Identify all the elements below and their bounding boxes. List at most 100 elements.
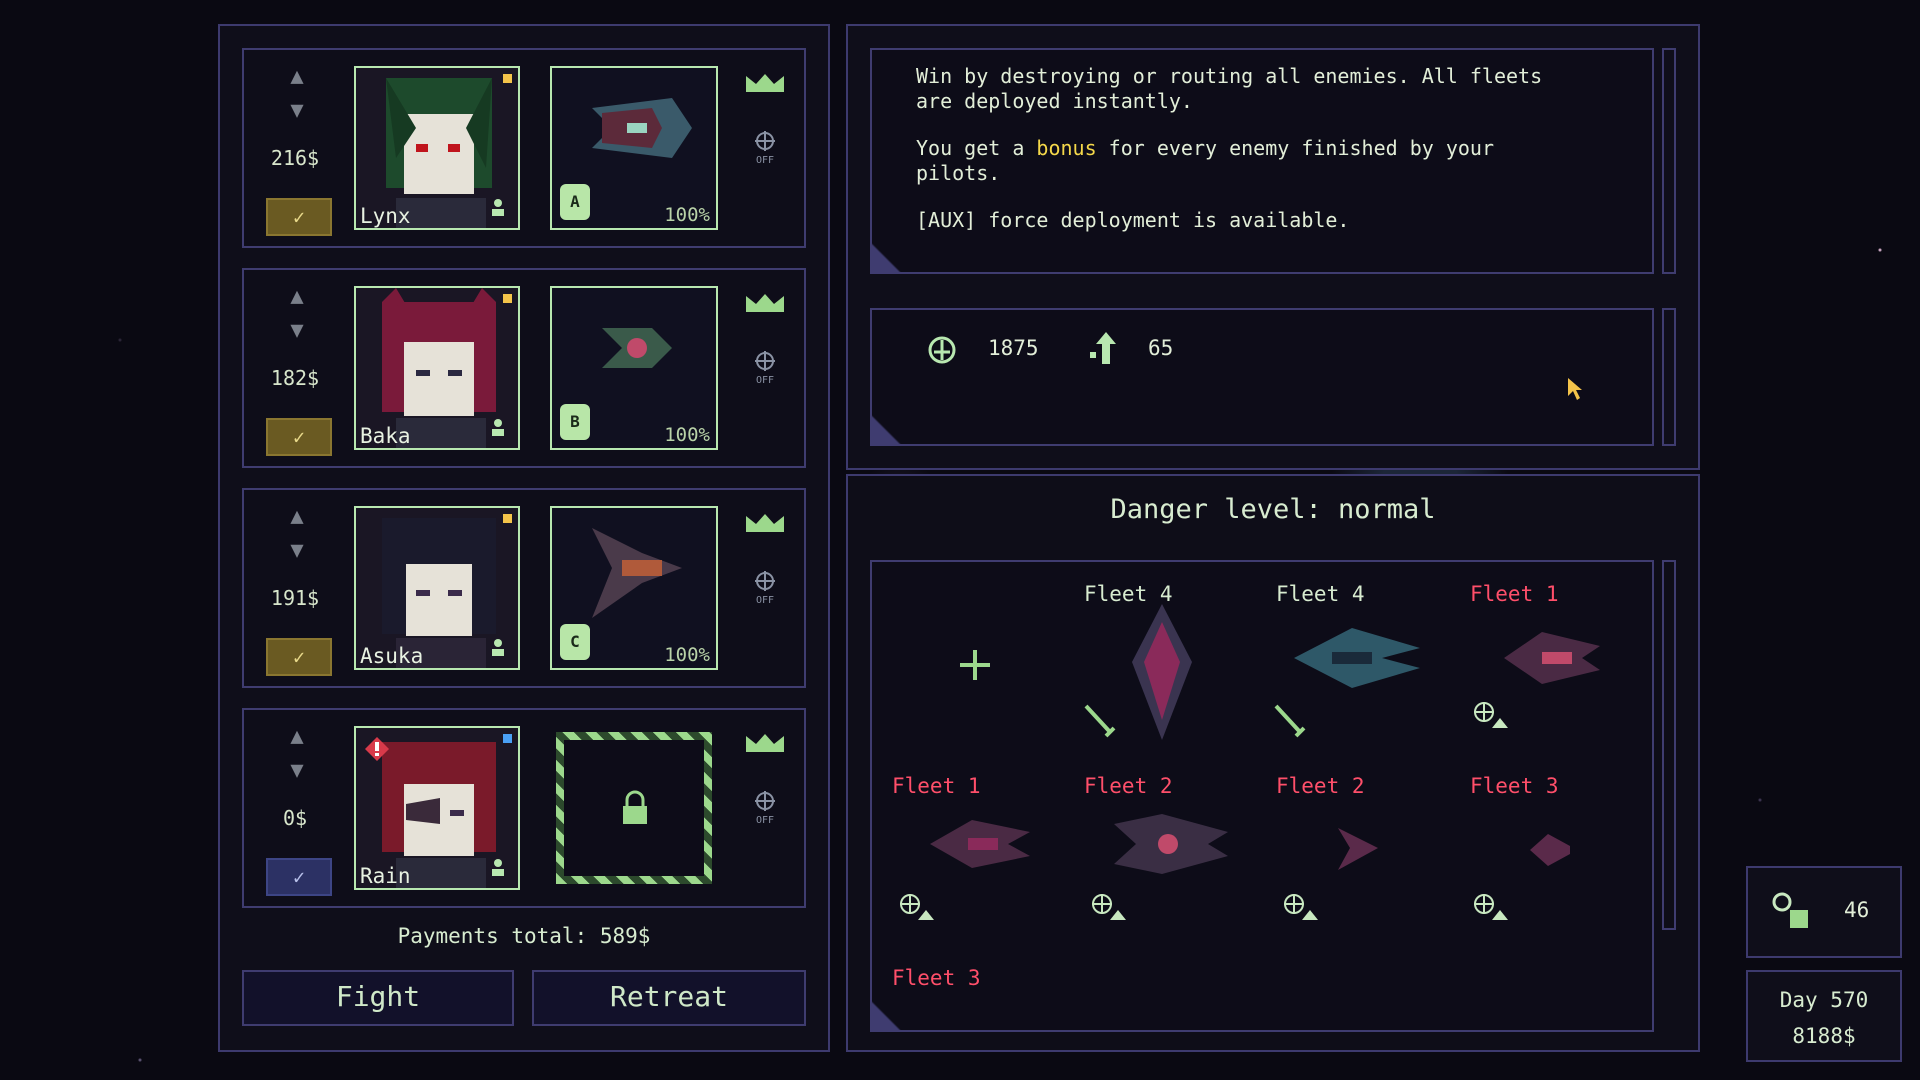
priority-arrows[interactable]: ▲ ▼ [274, 280, 320, 360]
status-dot [503, 514, 512, 523]
ally-ship-icon[interactable] [1122, 602, 1202, 742]
mission-text-line: Win by destroying or routing all enemies… [916, 64, 1543, 88]
ship-badge: C [560, 624, 590, 660]
danger-level: Danger level: normal [1110, 494, 1436, 525]
off-target-icon[interactable]: OFF [748, 570, 782, 612]
pilot-select-checkbox[interactable]: ✓ [266, 198, 332, 236]
enemy-ship-icon[interactable] [1502, 626, 1602, 690]
strength-icon [928, 336, 956, 364]
pilot-portrait[interactable]: Baka [354, 286, 520, 450]
person-icon [492, 859, 504, 876]
pilot-payment: 182$ [270, 366, 320, 390]
pilot-name: Rain [360, 864, 411, 888]
stats-box: 1875 65 [870, 308, 1654, 446]
pilot-name: Lynx [360, 204, 411, 228]
person-icon [492, 639, 504, 656]
arrow-down-icon[interactable]: ▼ [274, 314, 320, 348]
arrow-up-icon[interactable]: ▲ [274, 720, 320, 754]
target-icon [1474, 702, 1508, 728]
pilot-row-baka[interactable]: ▲ ▼ 182$ ✓ Baka B 100% OFF [242, 268, 806, 468]
cursor-icon [1568, 378, 1582, 400]
off-target-icon[interactable]: OFF [748, 790, 782, 832]
strength-value: 1875 [988, 336, 1039, 360]
pilot-portrait[interactable]: Asuka [354, 506, 520, 670]
enemy-ship-icon[interactable] [1112, 812, 1230, 876]
pilot-select-checkbox[interactable]: ✓ [266, 638, 332, 676]
retreat-button[interactable]: Retreat [532, 970, 806, 1026]
ship-condition: 100% [664, 204, 710, 226]
fleet-label: Fleet 3 [1470, 774, 1559, 798]
priority-arrows[interactable]: ▲ ▼ [274, 60, 320, 140]
plus-icon [960, 650, 990, 680]
scrollbar[interactable] [1662, 560, 1676, 930]
pilot-portrait[interactable]: Rain [354, 726, 520, 890]
target-icon [1474, 894, 1508, 920]
crown-icon[interactable] [744, 72, 786, 94]
pilot-ship[interactable]: C 100% [550, 506, 718, 670]
warning-icon [365, 737, 389, 761]
arrow-down-icon[interactable]: ▼ [274, 754, 320, 788]
priority-arrows[interactable]: ▲ ▼ [274, 500, 320, 580]
fleet-label: Fleet 2 [1084, 774, 1173, 798]
enemy-ship-icon[interactable] [1334, 824, 1382, 874]
crown-icon[interactable] [744, 512, 786, 534]
fight-button[interactable]: Fight [242, 970, 514, 1026]
parts-value: 46 [1844, 898, 1870, 922]
crown-icon[interactable] [744, 292, 786, 314]
lock-icon [623, 790, 647, 824]
status-dot [503, 74, 512, 83]
fleets-grid: Fleet 4 Fleet 4 Fleet 1 Fleet 1 Fleet 2 … [870, 560, 1654, 1032]
mission-text-line: are deployed instantly. [916, 89, 1193, 113]
arrow-down-icon[interactable]: ▼ [274, 534, 320, 568]
mission-text-line: pilots. [916, 161, 1001, 185]
scrollbar[interactable] [1662, 48, 1676, 274]
arrow-up-icon[interactable]: ▲ [274, 60, 320, 94]
pilot-select-checkbox[interactable]: ✓ [266, 858, 332, 896]
off-target-icon[interactable]: OFF [748, 130, 782, 172]
scrollbar[interactable] [1662, 308, 1676, 446]
fleet-label: Fleet 2 [1276, 774, 1365, 798]
fleet-label: Fleet 3 [892, 966, 981, 990]
priority-arrows[interactable]: ▲ ▼ [274, 720, 320, 800]
crown-icon[interactable] [744, 732, 786, 754]
enemy-ship-icon[interactable] [1526, 830, 1572, 870]
ship-sprite-icon [592, 98, 692, 158]
pilot-ship[interactable]: B 100% [550, 286, 718, 450]
person-icon [492, 199, 504, 216]
arrow-down-icon[interactable]: ▼ [274, 94, 320, 128]
sword-icon [1084, 704, 1116, 738]
status-dot [503, 734, 512, 743]
pilot-ship[interactable]: A 100% [550, 66, 718, 230]
upgrade-icon [1090, 332, 1116, 364]
pilot-portrait[interactable]: Lynx [354, 66, 520, 230]
pilot-payment: 191$ [270, 586, 320, 610]
pilot-row-asuka[interactable]: ▲ ▼ 191$ ✓ Asuka C 100% OFF [242, 488, 806, 688]
person-icon [492, 419, 504, 436]
fleet-label: Fleet 1 [1470, 582, 1559, 606]
pilot-payment: 216$ [270, 146, 320, 170]
enemy-ship-icon[interactable] [928, 812, 1032, 876]
mission-description-box: Win by destroying or routing all enemies… [870, 48, 1654, 274]
pilot-row-rain[interactable]: ▲ ▼ 0$ ✓ Rain OFF [242, 708, 806, 908]
arrow-up-icon[interactable]: ▲ [274, 500, 320, 534]
pilot-name: Baka [360, 424, 411, 448]
add-fleet-slot[interactable] [888, 578, 1060, 748]
locked-ship-slot[interactable] [556, 732, 712, 884]
day-counter: Day 570 [1779, 988, 1869, 1012]
bonus-highlight: bonus [1036, 136, 1097, 160]
ally-ship-icon[interactable] [1292, 618, 1422, 698]
fleet-label: Fleet 4 [1276, 582, 1365, 606]
day-money-box: Day 570 8188$ [1746, 970, 1902, 1062]
arrow-up-icon[interactable]: ▲ [274, 280, 320, 314]
pilot-row-lynx[interactable]: ▲ ▼ 216$ ✓ Lynx A 100% OFF [242, 48, 806, 248]
ship-badge: A [560, 184, 590, 220]
sword-icon [1274, 704, 1306, 738]
mission-bonus-line: You get a bonus for every enemy finished… [916, 136, 1494, 160]
off-target-icon[interactable]: OFF [748, 350, 782, 392]
target-icon [1092, 894, 1126, 920]
target-icon [1284, 894, 1318, 920]
status-dot [503, 294, 512, 303]
pilot-select-checkbox[interactable]: ✓ [266, 418, 332, 456]
payments-total: Payments total: 589$ [397, 924, 651, 948]
ship-badge: B [560, 404, 590, 440]
